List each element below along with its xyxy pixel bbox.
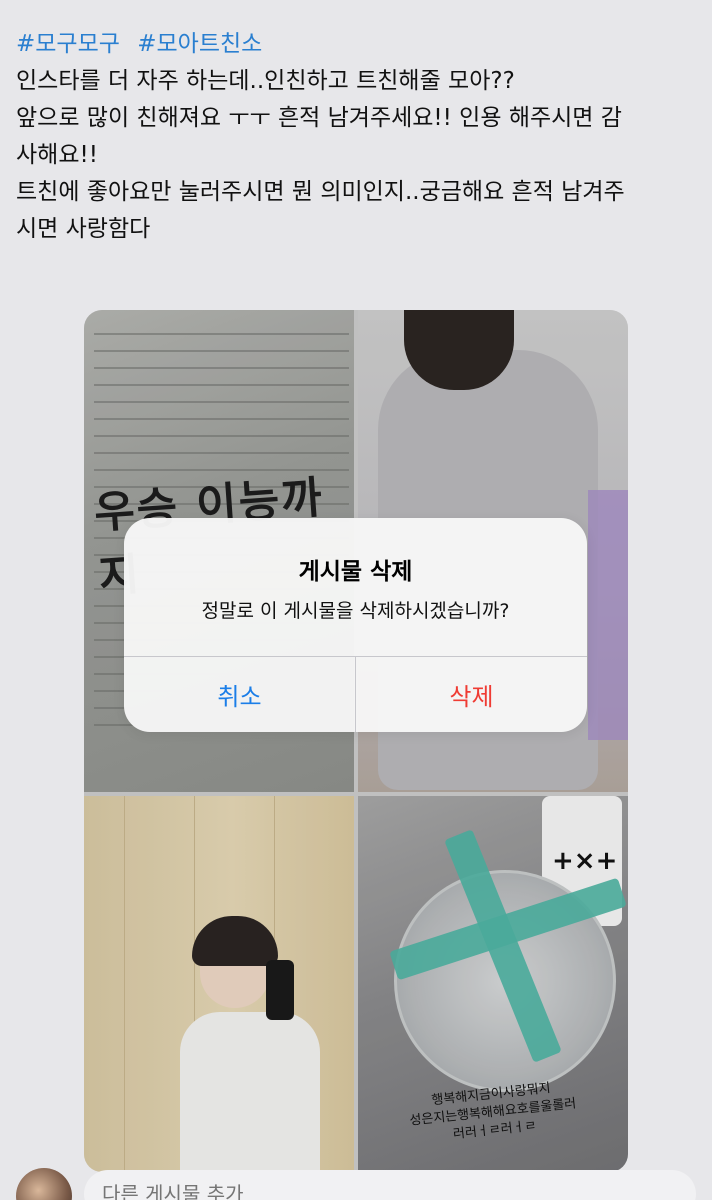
dialog-scrim (84, 310, 628, 1172)
add-post-bar (0, 1160, 712, 1200)
tweet-text[interactable]: #모구모구 #모아트친소 인스타를 더 자주 하는데..인친하고 트친해줄 모아… (16, 26, 696, 248)
compose-thread-screen: #모구모구 #모아트친소 인스타를 더 자주 하는데..인친하고 트친해줄 모아… (0, 0, 712, 1200)
delete-post-alert: 게시물 삭제 정말로 이 게시물을 삭제하시겠습니까? 취소 삭제 (124, 518, 587, 732)
add-post-input[interactable] (84, 1170, 696, 1200)
alert-message: 정말로 이 게시물을 삭제하시겠습니까? (201, 600, 510, 622)
tweet-line-5: 시면 사랑함다 (16, 216, 151, 242)
delete-button[interactable]: 삭제 (356, 657, 587, 732)
tweet-line-1: 인스타를 더 자주 하는데..인친하고 트친해줄 모아?? (16, 68, 515, 94)
hashtag-2[interactable]: #모아트친소 (137, 31, 262, 57)
tweet-line-3: 사해요!! (16, 142, 98, 168)
hashtag-1[interactable]: #모구모구 (16, 31, 120, 57)
tweet-line-2: 앞으로 많이 친해져요 ㅜㅜ 흔적 남겨주세요!! 인용 해주시면 감 (16, 105, 622, 131)
tweet-line-4: 트친에 좋아요만 눌러주시면 뭔 의미인지..궁금해요 흔적 남겨주 (16, 179, 625, 205)
cancel-button[interactable]: 취소 (124, 657, 355, 732)
hashtag-row: #모구모구 #모아트친소 (16, 26, 696, 63)
avatar[interactable] (16, 1168, 72, 1200)
alert-title: 게시물 삭제 (298, 559, 413, 585)
